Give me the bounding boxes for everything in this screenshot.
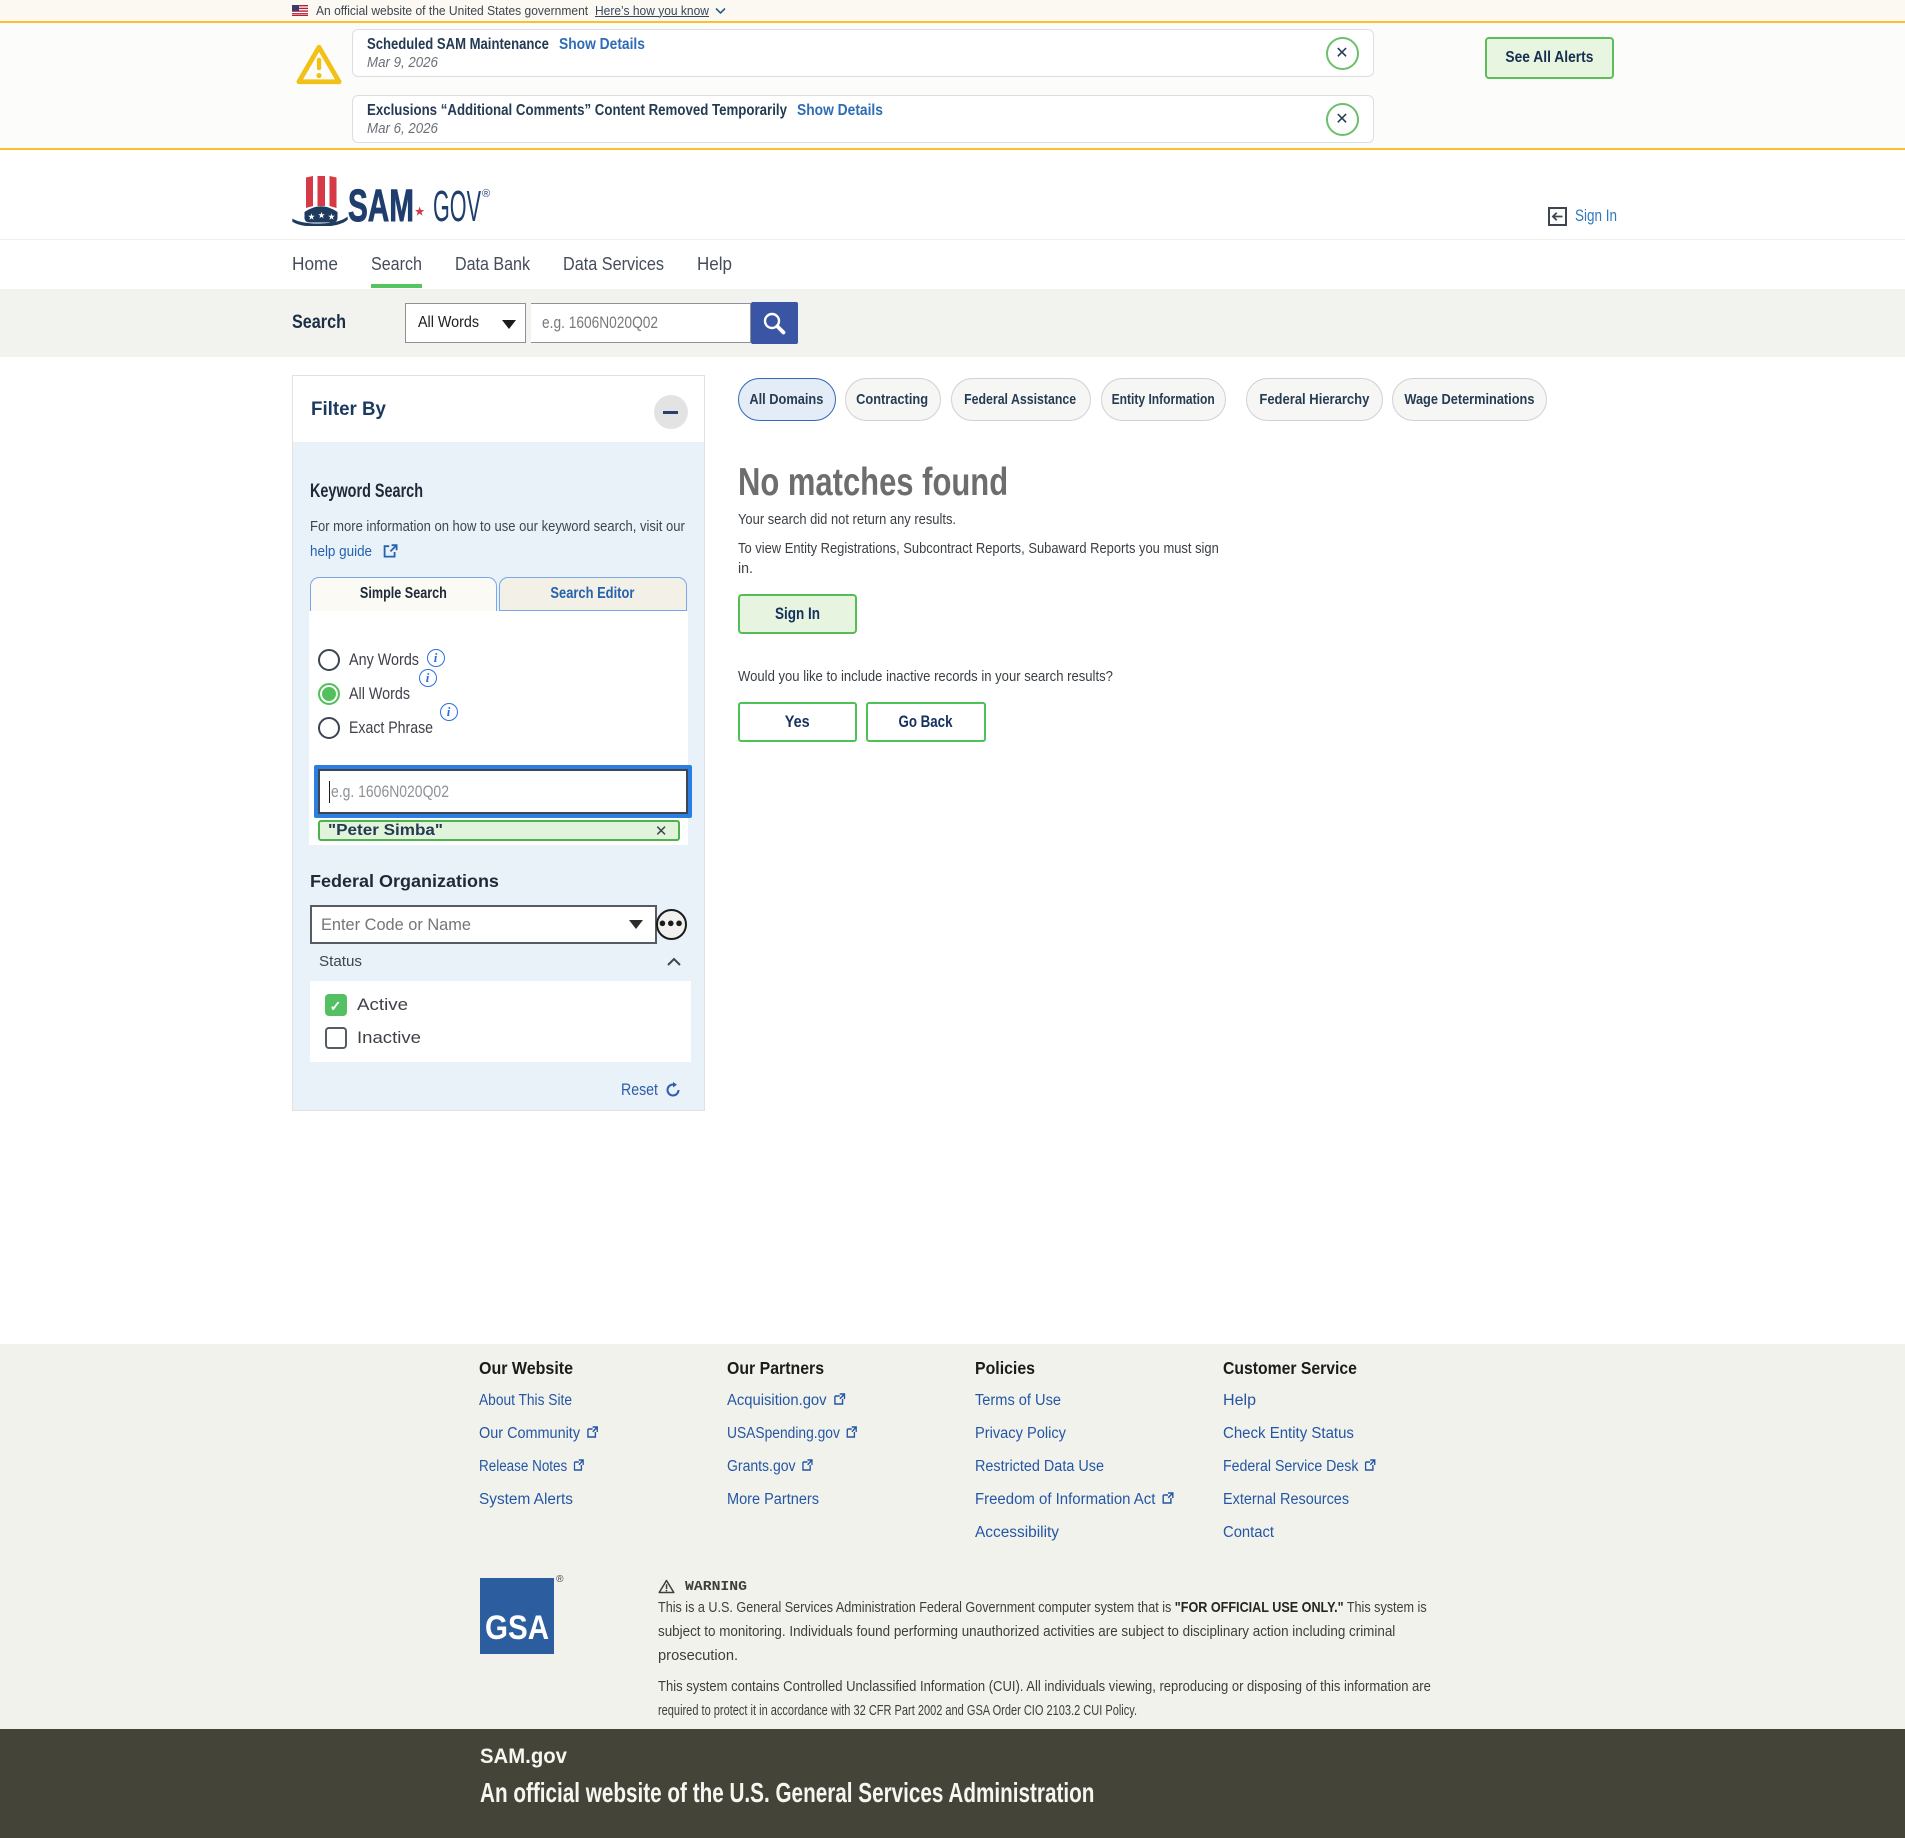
svg-text:GOV: GOV	[433, 182, 481, 226]
svg-text:SAM: SAM	[348, 180, 414, 226]
svg-text:®: ®	[482, 188, 490, 200]
